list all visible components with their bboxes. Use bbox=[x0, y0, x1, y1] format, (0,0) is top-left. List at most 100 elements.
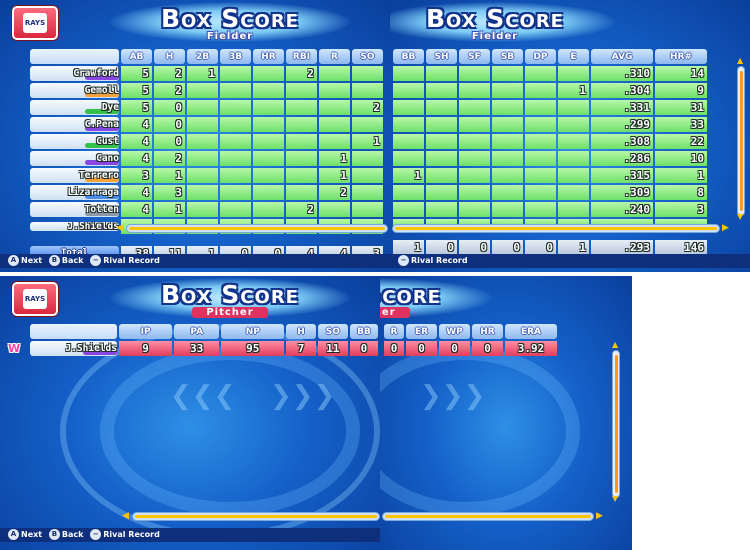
col-header[interactable]: IP bbox=[118, 324, 173, 339]
scroll-right-arrow[interactable]: ▶ bbox=[722, 224, 729, 233]
stat-cell bbox=[393, 100, 424, 115]
table-row[interactable]: .310 14 bbox=[393, 66, 707, 81]
player-name-button[interactable]: C.Pena bbox=[30, 117, 119, 132]
pitcher-row[interactable]: 0 0 0 0 3.92 bbox=[384, 341, 557, 356]
col-header[interactable]: BB bbox=[349, 324, 378, 339]
stat-cell: 31 bbox=[655, 100, 707, 115]
table-row[interactable]: Dye 5 0 2 bbox=[30, 100, 383, 115]
col-header[interactable]: SB bbox=[492, 49, 523, 64]
stat-cell bbox=[459, 83, 490, 98]
col-header[interactable]: BB bbox=[393, 49, 424, 64]
player-name-button[interactable]: Cust bbox=[30, 134, 119, 149]
col-header[interactable]: SF bbox=[459, 49, 490, 64]
stat-cell bbox=[253, 202, 284, 217]
table-row[interactable]: Terrero 3 1 1 bbox=[30, 168, 383, 183]
horizontal-scrollbar[interactable] bbox=[126, 224, 388, 233]
col-header[interactable]: RBI bbox=[286, 49, 317, 64]
vertical-scrollbar[interactable] bbox=[737, 66, 745, 216]
a-button-icon: A bbox=[8, 529, 19, 540]
stat-cell: 8 bbox=[655, 185, 707, 200]
col-header[interactable]: PA bbox=[174, 324, 220, 339]
col-header[interactable]: 3B bbox=[220, 49, 251, 64]
col-header[interactable]: R bbox=[384, 324, 404, 339]
table-row[interactable]: .309 8 bbox=[393, 185, 707, 200]
scroll-up-arrow[interactable]: ▲ bbox=[612, 340, 618, 349]
rival-record-label[interactable]: Rival Record bbox=[103, 530, 160, 539]
col-header[interactable]: AVG bbox=[591, 49, 653, 64]
col-header[interactable]: H bbox=[154, 49, 185, 64]
subtitle-fielder: Fielder bbox=[206, 31, 254, 42]
table-row[interactable]: 1.304 9 bbox=[393, 83, 707, 98]
scroll-up-arrow[interactable]: ▲ bbox=[737, 56, 743, 65]
col-header[interactable]: ER bbox=[406, 324, 437, 339]
stat-cell: 3 bbox=[121, 168, 152, 183]
table-row[interactable]: .308 22 bbox=[393, 134, 707, 149]
player-name-button[interactable]: Cano bbox=[30, 151, 119, 166]
col-header[interactable]: ERA bbox=[505, 324, 557, 339]
stat-cell: 2 bbox=[286, 202, 317, 217]
table-row[interactable]: .331 31 bbox=[393, 100, 707, 115]
scroll-down-arrow[interactable]: ▼ bbox=[612, 494, 618, 503]
vertical-scrollbar[interactable] bbox=[612, 350, 620, 498]
horizontal-scrollbar[interactable] bbox=[132, 512, 380, 521]
scroll-down-arrow[interactable]: ▼ bbox=[737, 212, 743, 221]
stat-cell: 2 bbox=[154, 151, 185, 166]
stat-cell bbox=[393, 202, 424, 217]
stat-cell bbox=[187, 100, 218, 115]
col-header[interactable]: HR# bbox=[655, 49, 707, 64]
stat-cell: 1 bbox=[154, 202, 185, 217]
player-name-button[interactable]: J.Shields bbox=[30, 341, 117, 356]
next-label[interactable]: Next bbox=[21, 530, 42, 539]
back-label[interactable]: Back bbox=[62, 256, 84, 265]
player-name-button[interactable]: J.Shields bbox=[30, 222, 119, 231]
col-header[interactable]: R bbox=[319, 49, 350, 64]
player-name-button[interactable]: Crawford bbox=[30, 66, 119, 81]
title-banner: Box Score Pitcher bbox=[110, 278, 350, 322]
scroll-left-arrow[interactable]: ◀ bbox=[122, 512, 129, 521]
col-header[interactable]: SH bbox=[426, 49, 457, 64]
stat-cell: 1 bbox=[558, 83, 589, 98]
col-header[interactable]: SO bbox=[352, 49, 383, 64]
col-header[interactable]: E bbox=[558, 49, 589, 64]
table-row[interactable]: Totten 4 1 2 bbox=[30, 202, 383, 217]
player-name-button[interactable]: Gemoll bbox=[30, 83, 119, 98]
rival-record-label[interactable]: Rival Record bbox=[103, 256, 160, 265]
scroll-right-arrow[interactable]: ▶ bbox=[596, 512, 603, 521]
table-row[interactable]: 1.315 1 bbox=[393, 168, 707, 183]
table-row[interactable]: .286 10 bbox=[393, 151, 707, 166]
pitcher-row[interactable]: J.Shields 9 33 95 7 11 0 bbox=[30, 341, 378, 356]
col-header[interactable]: NP bbox=[221, 324, 285, 339]
col-header[interactable]: AB bbox=[121, 49, 152, 64]
table-row[interactable]: .240 3 bbox=[393, 202, 707, 217]
stat-cell bbox=[426, 168, 457, 183]
a-button-icon: A bbox=[8, 255, 19, 266]
player-name-button[interactable]: Dye bbox=[30, 100, 119, 115]
col-header[interactable]: SO bbox=[317, 324, 348, 339]
table-row[interactable]: Cano 4 2 1 bbox=[30, 151, 383, 166]
table-row[interactable]: Crawford 5 2 1 2 bbox=[30, 66, 383, 81]
stat-cell bbox=[459, 202, 490, 217]
table-row[interactable]: Lizarraga 4 3 2 bbox=[30, 185, 383, 200]
stat-cell: 1 bbox=[154, 168, 185, 183]
col-header[interactable]: 2B bbox=[187, 49, 218, 64]
horizontal-scrollbar[interactable] bbox=[392, 224, 720, 233]
stat-cell: 95 bbox=[221, 341, 285, 356]
col-header[interactable]: HR bbox=[253, 49, 284, 64]
table-row[interactable]: C.Pena 4 0 bbox=[30, 117, 383, 132]
col-header[interactable]: HR bbox=[472, 324, 503, 339]
stat-cell: 11 bbox=[317, 341, 348, 356]
horizontal-scrollbar[interactable] bbox=[382, 512, 594, 521]
table-row[interactable]: .299 33 bbox=[393, 117, 707, 132]
table-row[interactable]: Gemoll 5 2 bbox=[30, 83, 383, 98]
scroll-left-arrow[interactable]: ◀ bbox=[116, 224, 123, 233]
table-row[interactable]: Cust 4 0 1 bbox=[30, 134, 383, 149]
col-header[interactable]: DP bbox=[525, 49, 556, 64]
col-header[interactable]: WP bbox=[439, 324, 470, 339]
back-label[interactable]: Back bbox=[62, 530, 84, 539]
rival-record-label[interactable]: Rival Record bbox=[411, 256, 468, 265]
player-name-button[interactable]: Terrero bbox=[30, 168, 119, 183]
next-label[interactable]: Next bbox=[21, 256, 42, 265]
player-name-button[interactable]: Totten bbox=[30, 202, 119, 217]
player-name-button[interactable]: Lizarraga bbox=[30, 185, 119, 200]
col-header[interactable]: H bbox=[286, 324, 316, 339]
